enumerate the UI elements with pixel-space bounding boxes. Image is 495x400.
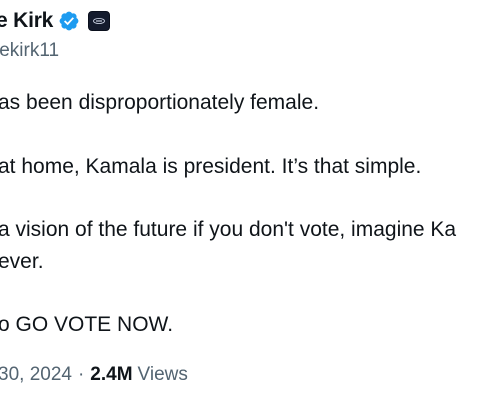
tweet-text-line: o GO VOTE NOW. (0, 313, 174, 336)
tweet-text-line: ever. (0, 250, 44, 273)
tweet-text-line: at home, Kamala is president. It’s that … (0, 155, 422, 178)
tweet-text-line: a vision of the future if you don't vote… (0, 218, 457, 241)
views-label[interactable]: Views (138, 364, 188, 386)
tweet-timestamp[interactable]: 30, 2024 (0, 364, 72, 386)
tweet-text-line: as been disproportionately female. (0, 91, 320, 114)
meta-separator: · (77, 364, 85, 385)
author-display-name[interactable]: e Kirk (0, 9, 53, 33)
tweet-meta: 30, 2024 · 2.4M Views (0, 364, 188, 386)
verified-check-icon[interactable] (58, 10, 80, 32)
author-handle[interactable]: iekirk11 (0, 40, 59, 62)
organization-affiliate-badge-icon[interactable] (88, 11, 111, 31)
author-name-row[interactable]: e Kirk (0, 9, 111, 33)
views-count[interactable]: 2.4M (90, 364, 132, 386)
tweet-card: e Kirk iekirk11 as been disproportionate… (0, 0, 495, 400)
